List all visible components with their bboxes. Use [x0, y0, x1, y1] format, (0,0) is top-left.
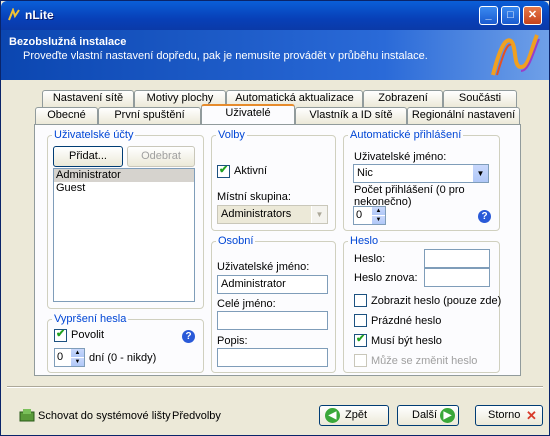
- personal-username-field[interactable]: Administrator: [217, 275, 328, 294]
- maximize-icon: □: [507, 9, 514, 21]
- check-icon: ✔: [56, 328, 66, 340]
- local-group-value: Administrators: [221, 208, 292, 220]
- local-group-select[interactable]: Administrators ▼: [217, 205, 328, 224]
- user-accounts-legend: Uživatelské účty: [54, 129, 134, 141]
- minimize-button[interactable]: _: [479, 6, 498, 25]
- enable-expiry-label: Povolit: [71, 329, 105, 341]
- expiry-days-stepper[interactable]: 0 ▲ ▼: [54, 348, 85, 367]
- list-item[interactable]: Administrator: [54, 169, 194, 182]
- must-password-label: Musí být heslo: [371, 335, 442, 347]
- hide-to-tray-link[interactable]: Schovat do systémové lišty: [38, 410, 171, 422]
- close-button[interactable]: ✕: [523, 6, 542, 25]
- password-again-label: Heslo znova:: [354, 272, 418, 284]
- nlite-app-icon: [7, 7, 21, 22]
- description-label: Popis:: [217, 335, 248, 347]
- active-checkbox[interactable]: ✔: [217, 164, 230, 178]
- password-expiry-legend: Vypršení hesla: [54, 313, 127, 325]
- expiry-days-label: dní (0 - nikdy): [89, 352, 157, 364]
- page-header: Bezobslužná instalace Proveďte vlastní n…: [1, 30, 549, 80]
- help-icon[interactable]: ?: [182, 330, 195, 343]
- password-legend: Heslo: [350, 235, 379, 247]
- next-label: Další: [412, 409, 438, 421]
- tray-icon[interactable]: [19, 408, 35, 422]
- left-arrow-icon: ◀: [325, 408, 340, 423]
- password-label: Heslo:: [354, 253, 386, 265]
- spin-up-icon[interactable]: ▲: [372, 207, 385, 215]
- page-subtitle: Proveďte vlastní nastavení dopředu, pak …: [23, 50, 428, 62]
- fullname-label: Celé jméno:: [217, 298, 276, 310]
- tab-regional[interactable]: Regionální nastavení: [407, 107, 520, 124]
- tab-components[interactable]: Součásti: [443, 90, 517, 107]
- title-bar[interactable]: nLite _ □ ✕: [1, 1, 549, 30]
- password-field[interactable]: [424, 249, 490, 268]
- tab-general[interactable]: Obecné: [35, 107, 98, 124]
- chevron-down-icon: ▼: [472, 165, 488, 182]
- personal-username-label: Uživatelské jméno:: [217, 261, 310, 273]
- change-password-checkbox[interactable]: [354, 354, 367, 367]
- show-password-label: Zobrazit heslo (pouze zde): [371, 295, 502, 307]
- x-icon: ✕: [526, 408, 537, 423]
- tab-users[interactable]: Uživatelé: [201, 104, 295, 124]
- check-icon: ✔: [356, 333, 366, 345]
- spin-down-icon[interactable]: ▼: [372, 216, 385, 224]
- main-window: nLite _ □ ✕ Bezobslužná instalace Proveď…: [0, 0, 550, 436]
- check-icon: ✔: [219, 164, 229, 176]
- logon-count-stepper[interactable]: 0 ▲ ▼: [353, 206, 386, 225]
- empty-password-label: Prázdné heslo: [371, 315, 442, 327]
- autologon-username-value: Nic: [357, 167, 373, 179]
- personal-legend: Osobní: [218, 235, 254, 247]
- logon-count-value: 0: [356, 209, 363, 221]
- must-password-checkbox[interactable]: ✔: [354, 333, 367, 347]
- autologon-username-select[interactable]: Nic ▼: [353, 164, 489, 183]
- tab-network[interactable]: Nastavení sítě: [42, 90, 134, 107]
- close-icon: ✕: [527, 9, 538, 21]
- list-item[interactable]: Guest: [54, 182, 194, 195]
- spin-up-icon[interactable]: ▲: [71, 349, 84, 357]
- spin-down-icon[interactable]: ▼: [71, 358, 84, 366]
- expiry-days-value: 0: [57, 351, 64, 363]
- password-again-field[interactable]: [424, 268, 490, 287]
- local-group-label: Místní skupina:: [217, 191, 291, 203]
- description-field[interactable]: [217, 348, 328, 367]
- autologon-legend: Automatické přihlášení: [350, 129, 462, 141]
- add-user-button[interactable]: Přidat...: [53, 146, 123, 167]
- change-password-label: Může se změnit heslo: [371, 355, 478, 367]
- autologon-username-label: Uživatelské jméno:: [354, 151, 447, 163]
- minimize-icon: _: [485, 9, 492, 21]
- active-label: Aktivní: [234, 165, 268, 177]
- back-label: Zpět: [345, 409, 368, 421]
- right-arrow-icon: ▶: [440, 408, 455, 423]
- help-icon[interactable]: ?: [478, 210, 491, 223]
- preferences-link[interactable]: Předvolby: [172, 410, 221, 422]
- show-password-checkbox[interactable]: [354, 294, 367, 307]
- empty-password-checkbox[interactable]: [354, 314, 367, 327]
- footer-separator: [7, 386, 543, 388]
- nlite-logo: [485, 31, 543, 79]
- users-list[interactable]: Administrator Guest: [53, 168, 195, 302]
- cancel-label: Storno: [488, 409, 521, 421]
- back-button[interactable]: ◀ Zpět: [319, 405, 389, 426]
- tab-owner[interactable]: Vlastník a ID sítě: [295, 107, 407, 124]
- next-button[interactable]: Další ▶: [397, 405, 459, 426]
- logon-count-label-1: Počet přihlášení (0 pro: [354, 184, 465, 196]
- cancel-button[interactable]: Storno ✕: [475, 405, 543, 426]
- options-legend: Volby: [218, 129, 245, 141]
- page-title: Bezobslužná instalace: [9, 36, 127, 48]
- window-title: nLite: [25, 8, 54, 22]
- remove-user-button[interactable]: Odebrat: [127, 146, 195, 167]
- enable-expiry-checkbox[interactable]: ✔: [54, 328, 67, 342]
- chevron-down-icon: ▼: [311, 206, 327, 223]
- tab-display[interactable]: Zobrazení: [363, 90, 443, 107]
- maximize-button[interactable]: □: [501, 6, 520, 25]
- fullname-field[interactable]: [217, 311, 328, 330]
- tab-first-run[interactable]: První spuštění: [98, 107, 201, 124]
